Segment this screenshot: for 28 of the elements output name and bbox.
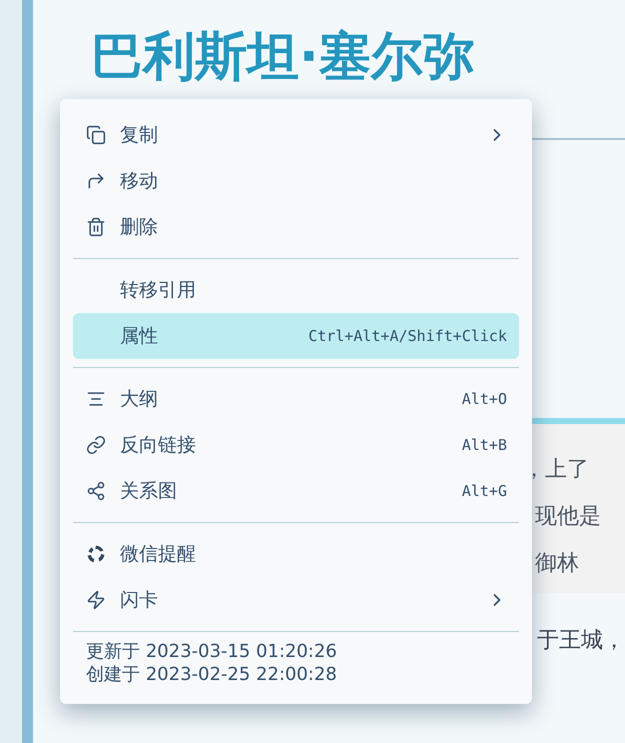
shortcut-text: Alt+O <box>462 388 507 410</box>
menu-item[interactable]: 微信提醒 <box>73 531 519 577</box>
body-text: 于王城， <box>536 627 625 655</box>
copy-icon <box>86 125 106 145</box>
menu-item[interactable]: 复制 <box>73 112 519 158</box>
menu-item[interactable]: 反向链接 Alt+B <box>73 422 519 468</box>
menu-item[interactable]: 删除 <box>73 204 519 250</box>
menu-item[interactable]: 移动 <box>73 158 519 204</box>
lightning-icon <box>86 590 106 610</box>
menu-item[interactable]: 属性 Ctrl+Alt+A/Shift+Click <box>73 313 519 359</box>
shortcut-text: Alt+G <box>462 480 507 502</box>
shortcut-text: Alt+B <box>462 434 507 456</box>
card-text: 御林 <box>534 550 580 578</box>
timestamp-text: 创建于 2023-02-25 22:00:28 <box>86 663 338 686</box>
menu-item[interactable]: 闪卡 <box>73 577 519 623</box>
shortcut-text: Ctrl+Alt+A/Shift+Click <box>308 326 507 347</box>
card-text: 现他是 <box>534 503 602 531</box>
document-title: 巴利斯坦·塞尔弥 <box>90 26 476 89</box>
card-text: ，上了 <box>522 456 590 484</box>
link-icon <box>86 435 106 455</box>
menu-item[interactable]: 转移引用 <box>73 267 519 313</box>
swirl-icon <box>86 544 106 564</box>
arrow-icon <box>86 171 106 191</box>
nodes-icon <box>86 481 106 501</box>
trash-icon <box>86 217 106 237</box>
menu-item[interactable]: 大纲 Alt+O <box>73 376 519 422</box>
timestamp-text: 更新于 2023-03-15 01:20:26 <box>86 640 338 663</box>
menu-item[interactable]: 关系图 Alt+G <box>73 468 519 514</box>
